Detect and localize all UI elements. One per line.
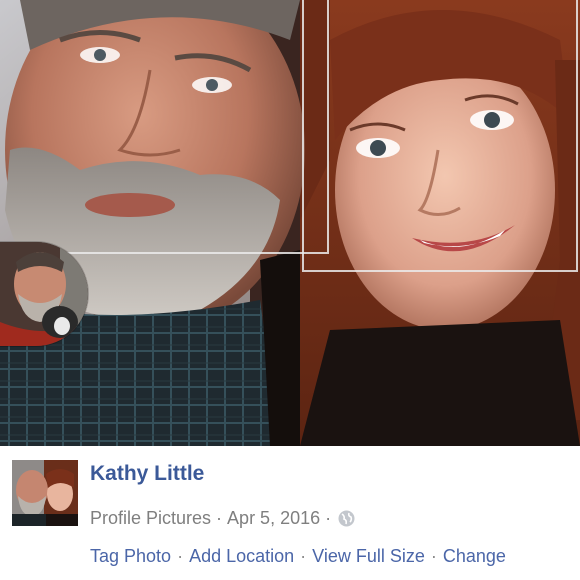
author-avatar[interactable] [12,460,78,526]
face-tag-box-left[interactable] [0,0,329,254]
tag-photo-link[interactable]: Tag Photo [90,546,171,567]
action-separator: · [300,546,307,566]
author-avatar-image [12,460,78,526]
post-meta: Profile Pictures · Apr 5, 2016 · [90,508,355,529]
globe-icon[interactable] [338,510,355,527]
photo-viewer: Kathy Little Profile Pictures · Apr 5, 2… [0,0,580,580]
action-separator: · [177,546,184,566]
photo-actions: Tag Photo · Add Location · View Full Siz… [90,546,506,567]
album-link[interactable]: Profile Pictures [90,508,211,529]
view-full-size-link[interactable]: View Full Size [312,546,425,567]
change-link[interactable]: Change [443,546,506,567]
meta-separator: · [325,508,332,528]
face-tag-box-right[interactable] [302,0,578,272]
add-location-link[interactable]: Add Location [189,546,294,567]
profile-photo[interactable] [0,0,580,446]
action-separator: · [430,546,437,566]
author-name-link[interactable]: Kathy Little [90,462,204,486]
meta-separator: · [216,508,223,528]
post-date-link[interactable]: Apr 5, 2016 [227,508,320,529]
photo-info-bar: Kathy Little Profile Pictures · Apr 5, 2… [0,446,580,580]
